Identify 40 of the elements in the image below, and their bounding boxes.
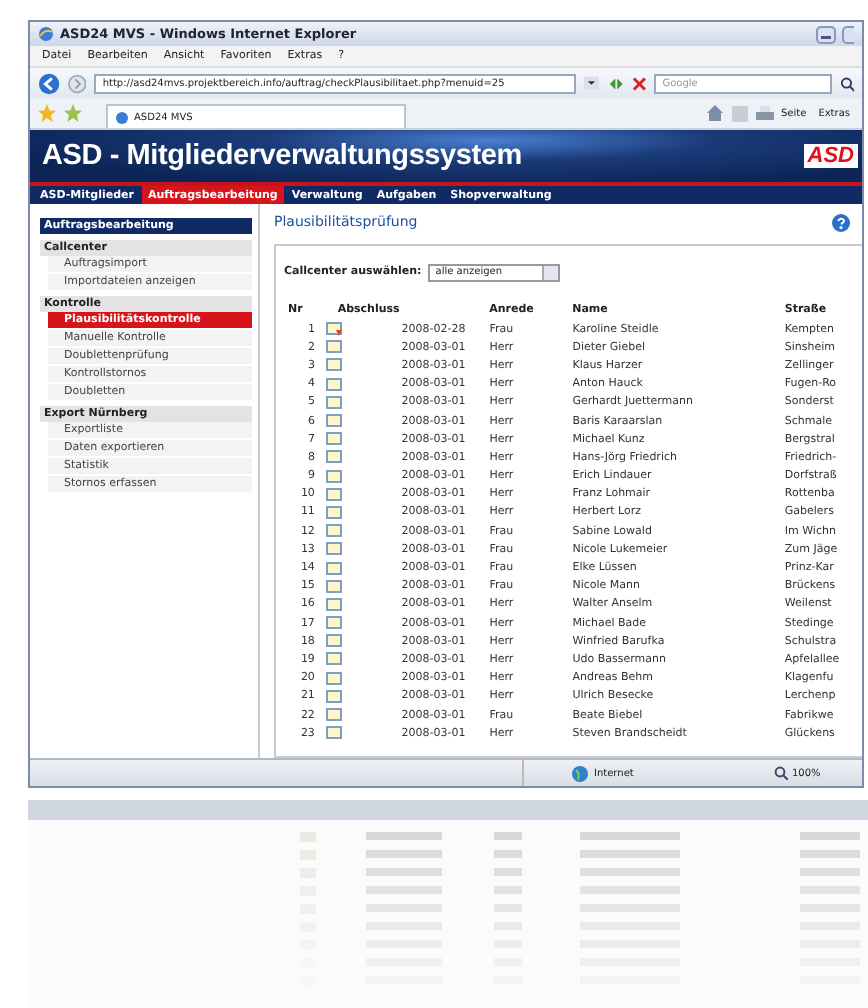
note-icon[interactable] [326, 726, 343, 741]
note-icon[interactable] [326, 450, 343, 465]
note-icon[interactable] [326, 414, 343, 429]
note-icon[interactable] [326, 505, 343, 520]
note-icon[interactable] [326, 395, 343, 410]
note-icon[interactable] [326, 634, 343, 649]
printer-icon[interactable] [755, 105, 773, 121]
globe-icon [572, 765, 588, 781]
note-icon[interactable] [326, 524, 343, 539]
refresh-icon[interactable] [607, 75, 624, 91]
help-icon[interactable] [832, 213, 850, 231]
star-icon[interactable] [64, 104, 82, 122]
browser-icon [38, 26, 54, 42]
flagged-note-icon[interactable] [326, 322, 343, 337]
forward-icon[interactable] [68, 73, 87, 93]
minimize-icon[interactable] [816, 25, 836, 43]
search-icon[interactable] [839, 75, 854, 91]
site-title: ASD - Mitgliederverwaltungssystem [42, 140, 522, 172]
note-icon[interactable] [326, 469, 343, 484]
back-icon[interactable] [38, 71, 61, 95]
note-icon[interactable] [326, 340, 343, 355]
note-icon[interactable] [326, 616, 343, 631]
note-icon[interactable] [326, 689, 343, 704]
dropdown-icon[interactable] [584, 76, 600, 90]
zoom-icon[interactable] [774, 766, 788, 780]
note-icon[interactable] [326, 377, 343, 392]
note-icon[interactable] [326, 597, 343, 612]
note-icon[interactable] [326, 432, 343, 447]
note-icon[interactable] [326, 671, 343, 686]
note-icon[interactable] [326, 358, 343, 373]
note-icon[interactable] [326, 561, 343, 576]
note-icon[interactable] [326, 542, 343, 557]
note-icon[interactable] [326, 652, 343, 667]
close-icon[interactable] [631, 75, 647, 91]
home-icon[interactable] [705, 104, 723, 122]
note-icon[interactable] [326, 708, 343, 723]
note-icon[interactable] [326, 487, 343, 502]
note-icon[interactable] [326, 579, 343, 594]
star-icon[interactable] [38, 104, 56, 122]
site-logo: ASD [803, 144, 858, 168]
